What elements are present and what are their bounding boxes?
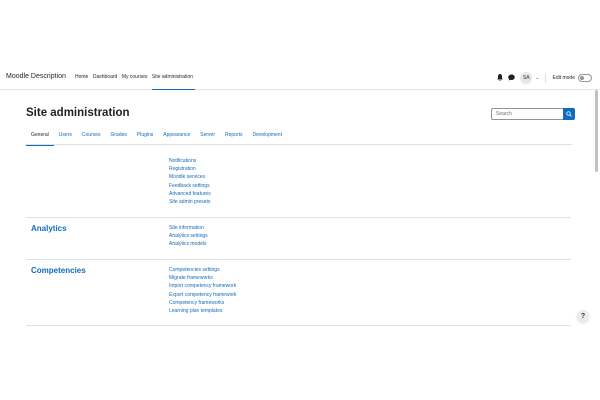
link-migrate-frameworks[interactable]: Migrate frameworks bbox=[169, 274, 237, 282]
page-scrollbar[interactable] bbox=[595, 90, 598, 172]
link-competencies-settings[interactable]: Competencies settings bbox=[169, 266, 237, 274]
link-export-competency-framework[interactable]: Export competency framework bbox=[169, 291, 237, 299]
link-registration[interactable]: Registration bbox=[169, 165, 211, 173]
admin-search bbox=[491, 108, 575, 120]
tab-general[interactable]: General bbox=[26, 127, 54, 146]
link-analytics-models[interactable]: Analytics models bbox=[169, 240, 208, 248]
link-import-competency-framework[interactable]: Import competency framework bbox=[169, 282, 237, 290]
general-links: Notifications Registration Moodle servic… bbox=[169, 157, 211, 206]
link-site-information[interactable]: Site information bbox=[169, 224, 208, 232]
navbar-divider bbox=[545, 72, 547, 83]
tab-plugins[interactable]: Plugins bbox=[132, 127, 158, 145]
tab-courses[interactable]: Courses bbox=[77, 127, 106, 145]
page-title: Site administration bbox=[26, 107, 130, 119]
search-button[interactable] bbox=[563, 108, 575, 120]
section-analytics: Analytics Site information Analytics set… bbox=[26, 218, 571, 260]
edit-mode-label: Edit mode bbox=[552, 74, 575, 81]
section-competencies: Competencies Competencies settings Migra… bbox=[26, 260, 571, 326]
edit-mode-toggle[interactable] bbox=[578, 73, 592, 82]
section-title-analytics[interactable]: Analytics bbox=[31, 224, 67, 233]
link-learning-plan-templates[interactable]: Learning plan templates bbox=[169, 307, 237, 315]
link-feedback-settings[interactable]: Feedback settings bbox=[169, 182, 211, 190]
section-general: Notifications Registration Moodle servic… bbox=[26, 145, 571, 218]
chevron-down-icon[interactable]: ⌄ bbox=[535, 75, 539, 81]
link-site-admin-presets[interactable]: Site admin presets bbox=[169, 198, 211, 206]
tab-server[interactable]: Server bbox=[195, 127, 220, 145]
bell-icon[interactable] bbox=[496, 74, 504, 82]
help-button[interactable]: ? bbox=[577, 310, 589, 322]
tab-users[interactable]: Users bbox=[54, 127, 77, 145]
site-brand[interactable]: Moodle Description bbox=[6, 73, 66, 80]
nav-dashboard[interactable]: Dashboard bbox=[91, 65, 119, 90]
link-moodle-services[interactable]: Moodle services bbox=[169, 173, 211, 181]
search-icon bbox=[566, 111, 572, 117]
admin-tabs: General Users Courses Grades Plugins App… bbox=[26, 127, 572, 146]
analytics-links: Site information Analytics settings Anal… bbox=[169, 224, 208, 249]
section-title-competencies[interactable]: Competencies bbox=[31, 266, 86, 275]
messages-icon[interactable] bbox=[507, 74, 515, 82]
tab-grades[interactable]: Grades bbox=[105, 127, 131, 145]
search-input[interactable] bbox=[491, 108, 563, 120]
user-tools: SA ⌄ Edit mode bbox=[496, 65, 592, 90]
link-analytics-settings[interactable]: Analytics settings bbox=[169, 232, 208, 240]
primary-navigation: Home Dashboard My courses Site administr… bbox=[73, 65, 196, 90]
tab-appearance[interactable]: Appearance bbox=[158, 127, 195, 145]
link-competency-frameworks[interactable]: Competency frameworks bbox=[169, 299, 237, 307]
link-advanced-features[interactable]: Advanced features bbox=[169, 190, 211, 198]
competencies-links: Competencies settings Migrate frameworks… bbox=[169, 266, 237, 315]
link-notifications[interactable]: Notifications bbox=[169, 157, 211, 165]
nav-site-administration[interactable]: Site administration bbox=[150, 65, 196, 90]
user-avatar[interactable]: SA bbox=[520, 71, 533, 84]
nav-home[interactable]: Home bbox=[73, 65, 90, 90]
tab-reports[interactable]: Reports bbox=[220, 127, 248, 145]
tab-development[interactable]: Development bbox=[248, 127, 287, 145]
nav-my-courses[interactable]: My courses bbox=[120, 65, 150, 90]
top-navbar: Moodle Description Home Dashboard My cou… bbox=[0, 65, 600, 90]
